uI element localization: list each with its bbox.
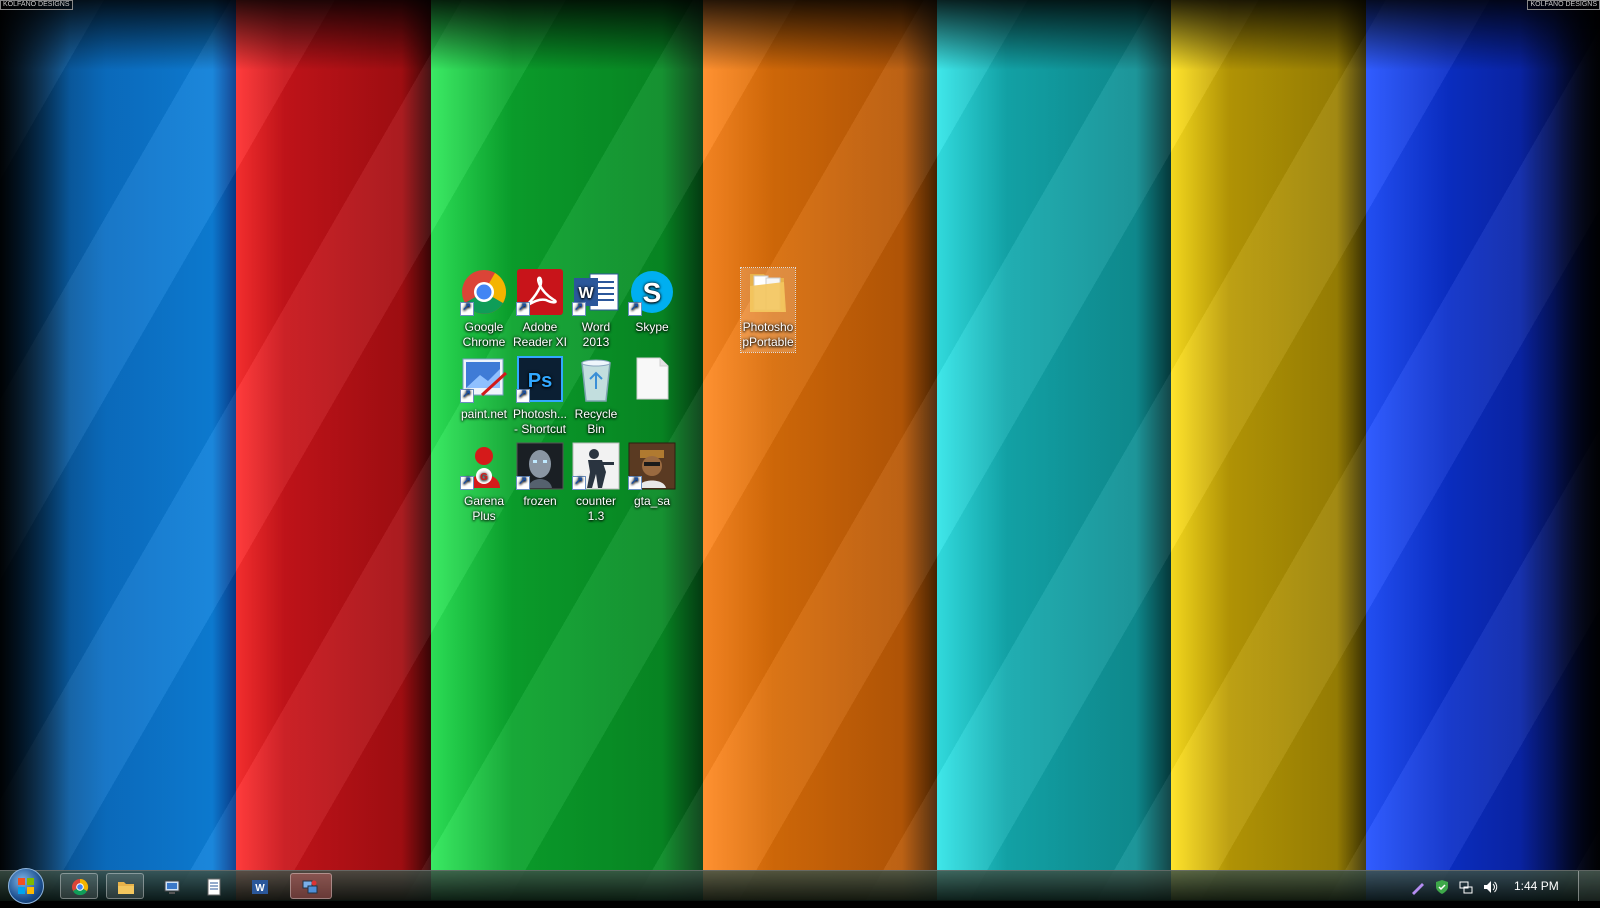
desktop-icon-photoshop-shortcut[interactable]: Ps Photosh... - Shortcut — [511, 355, 569, 437]
desktop-icon-counter-strike[interactable]: counter 1.3 — [567, 442, 625, 524]
volume-icon[interactable] — [1482, 879, 1498, 895]
show-desktop-button[interactable] — [1578, 871, 1600, 901]
desktop-icon-label: Recycle Bin — [574, 407, 618, 436]
desktop-icon-google-chrome[interactable]: Google Chrome — [455, 268, 513, 350]
windows-logo-icon — [18, 878, 34, 894]
taskbar-clock[interactable]: 1:44 PM — [1514, 879, 1559, 893]
svg-text:G: G — [480, 472, 488, 483]
desktop-icon-label: PhotoshopPortable — [742, 320, 794, 349]
desktop-icon-label: Skype — [635, 320, 669, 334]
desktop-icon-photoshop-portable-folder[interactable]: PhotoshopPortable — [740, 267, 796, 353]
shortcut-arrow-icon — [460, 387, 474, 403]
shortcut-arrow-icon — [516, 300, 530, 316]
start-button[interactable] — [8, 868, 44, 904]
wallpaper-stripe-orange — [703, 0, 937, 900]
taskbar-word-button[interactable]: W — [240, 873, 278, 899]
pen-icon[interactable] — [1410, 879, 1426, 895]
wallpaper-stripe-dark-blue — [1366, 0, 1600, 900]
document-icon — [207, 878, 221, 896]
wallpaper-stripe-yellow — [1171, 0, 1366, 900]
gta-sa-icon — [628, 442, 676, 490]
shortcut-arrow-icon — [460, 300, 474, 316]
taskbar: W 1:44 PM — [0, 868, 1600, 904]
watermark-left: KOLFANO DESIGNS — [0, 0, 73, 10]
desktop-icon-gta-sa[interactable]: gta_sa — [623, 442, 681, 509]
shortcut-arrow-icon — [628, 474, 642, 490]
folder-icon — [118, 882, 134, 894]
wallpaper-stripe-teal — [937, 0, 1171, 900]
shortcut-arrow-icon — [516, 474, 530, 490]
desktop-icon-frozen[interactable]: frozen — [511, 442, 569, 509]
recycle-bin-icon — [572, 355, 620, 403]
chrome-icon — [460, 268, 508, 316]
shortcut-arrow-icon — [460, 474, 474, 490]
security-shield-icon[interactable] — [1434, 879, 1450, 895]
svg-text:Ps: Ps — [528, 370, 552, 392]
desktop-icon-garena-plus[interactable]: G Garena Plus — [455, 442, 513, 524]
paintnet-icon — [460, 355, 508, 403]
watermark-right: KOLFANO DESIGNS — [1527, 0, 1600, 10]
shortcut-arrow-icon — [516, 387, 530, 403]
svg-text:S: S — [643, 277, 662, 308]
shortcut-arrow-icon — [628, 300, 642, 316]
blank-file-icon — [628, 355, 676, 403]
shortcut-arrow-icon — [572, 474, 586, 490]
desktop-icon-label: Adobe Reader XI — [512, 320, 568, 349]
desktop-icon-label: paint.net — [460, 407, 508, 421]
garena-icon: G — [460, 442, 508, 490]
wallpaper-stripe-blue — [0, 0, 236, 900]
taskbar-computer-button[interactable] — [152, 873, 190, 899]
shortcut-arrow-icon — [572, 300, 586, 316]
network-status-icon[interactable] — [1458, 879, 1474, 895]
desktop-icon-label: Photosh... - Shortcut — [512, 407, 568, 436]
computer-icon — [164, 880, 180, 894]
taskbar-file-explorer-button[interactable] — [106, 873, 144, 899]
frozen-icon — [516, 442, 564, 490]
skype-icon: S — [628, 268, 676, 316]
desktop-icon-word-2013[interactable]: W Word 2013 — [567, 268, 625, 350]
desktop[interactable]: KOLFANO DESIGNS KOLFANO DESIGNS Google C… — [0, 0, 1600, 900]
photoshop-icon: Ps — [516, 355, 564, 403]
desktop-icon-label: Word 2013 — [581, 320, 611, 349]
wallpaper-stripe-red — [236, 0, 431, 900]
desktop-icon-paintnet[interactable]: paint.net — [455, 355, 513, 422]
desktop-icon-label: frozen — [523, 494, 557, 508]
desktop-icon-skype[interactable]: S Skype — [623, 268, 681, 335]
chrome-icon — [72, 878, 89, 896]
svg-text:W: W — [255, 883, 265, 894]
desktop-icon-adobe-reader[interactable]: Adobe Reader XI — [511, 268, 569, 350]
network-icon — [302, 880, 318, 894]
adobe-reader-icon — [516, 268, 564, 316]
desktop-icon-label: Garena Plus — [463, 494, 505, 523]
taskbar-network-tool-button[interactable] — [290, 873, 332, 899]
taskbar-chrome-button[interactable] — [60, 873, 98, 899]
desktop-icon-blank-file[interactable] — [623, 355, 681, 407]
word-icon: W — [572, 268, 620, 316]
folder-icon — [744, 268, 792, 316]
desktop-icon-label: Google Chrome — [462, 320, 506, 349]
desktop-icon-label: gta_sa — [633, 494, 671, 508]
desktop-icon-label: counter 1.3 — [575, 494, 617, 523]
desktop-icon-recycle-bin[interactable]: Recycle Bin — [567, 355, 625, 437]
taskbar-document-button[interactable] — [194, 873, 232, 899]
counter-strike-icon — [572, 442, 620, 490]
word-icon: W — [252, 880, 268, 894]
